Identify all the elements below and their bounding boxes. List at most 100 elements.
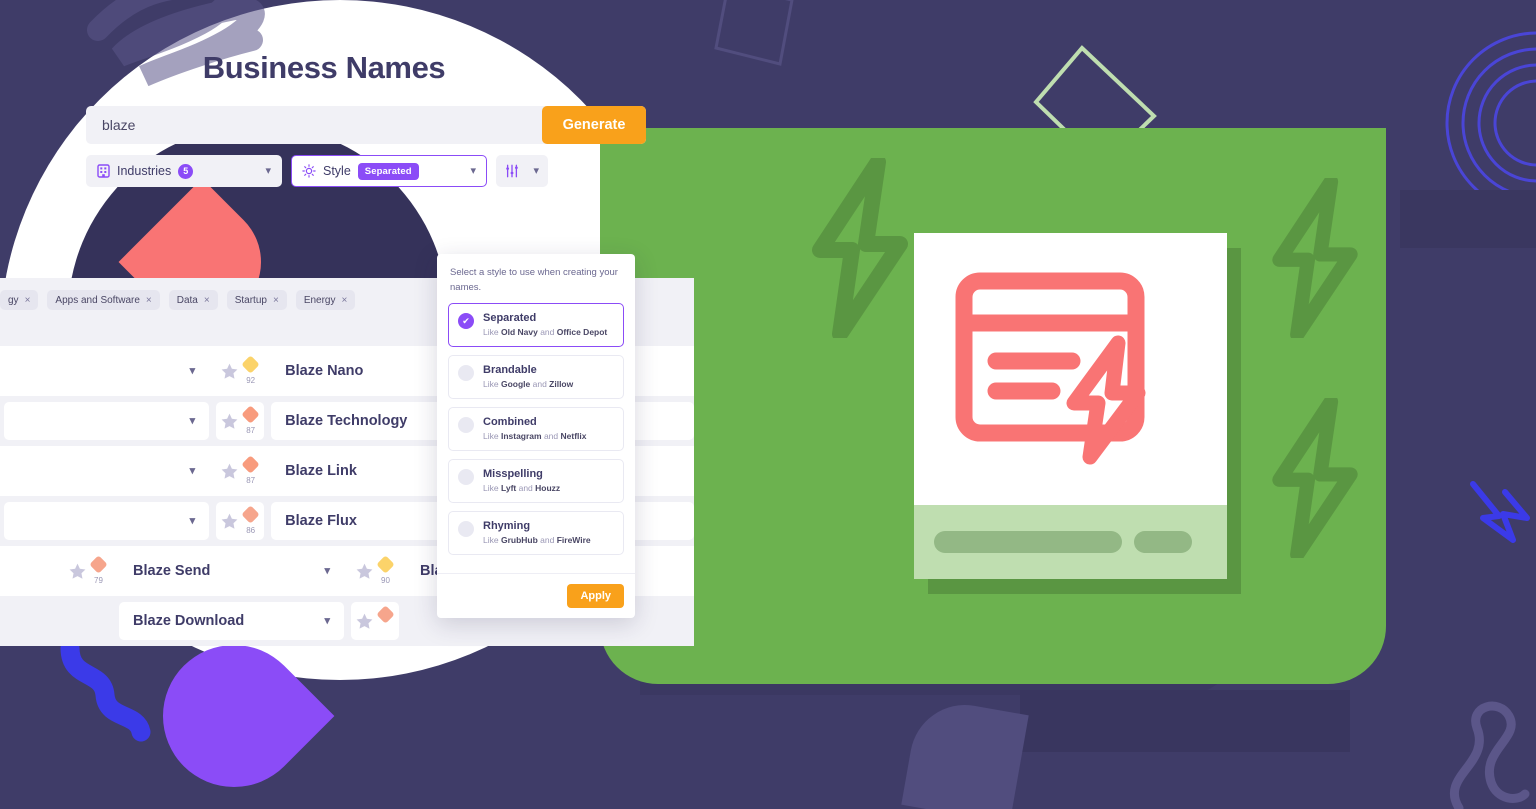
name-result-left[interactable]: ▾ xyxy=(4,402,210,440)
style-option-examples: Like GrubHub and FireWire xyxy=(483,535,591,546)
industry-tag-list: gy × Apps and Software × Data × Startup … xyxy=(0,290,356,310)
close-icon[interactable]: × xyxy=(25,295,31,306)
style-value-badge: Separated xyxy=(357,162,419,180)
chevron-down-icon[interactable]: ▾ xyxy=(190,365,196,377)
score-diamond: 87 xyxy=(240,405,261,435)
card-footer xyxy=(914,505,1227,579)
advanced-filters-button[interactable]: ▾ xyxy=(496,155,548,187)
name-text: Blaze Technology xyxy=(285,413,408,429)
name-result-left[interactable]: Blaze Send ▾ xyxy=(119,552,344,590)
star-icon xyxy=(221,363,238,379)
score-value: 92 xyxy=(246,376,256,385)
style-option-combined[interactable]: ✔ Combined Like Instagram and Netflix xyxy=(448,407,624,452)
diamond-shape xyxy=(375,555,395,574)
industry-tag[interactable]: Data × xyxy=(168,290,218,310)
industry-tag[interactable]: Apps and Software × xyxy=(47,290,160,310)
chevron-down-icon[interactable]: ▾ xyxy=(190,465,196,477)
style-option-brandable[interactable]: ✔ Brandable Like Google and Zillow xyxy=(448,355,624,400)
industry-tag-label: gy xyxy=(8,294,19,306)
dark-wedge-bottom-right xyxy=(901,696,1029,809)
chevron-down-icon: ▾ xyxy=(470,164,476,177)
industries-label: Industries xyxy=(117,164,172,178)
score-badge[interactable]: 86 xyxy=(216,502,265,540)
lightning-bolt-icon xyxy=(1272,398,1358,558)
radio-icon[interactable]: ✔ xyxy=(458,417,474,434)
industry-tag-label: Energy xyxy=(303,294,336,306)
lightning-bolt-icon xyxy=(1272,178,1358,338)
star-icon xyxy=(221,463,238,479)
industry-tag[interactable]: gy × xyxy=(0,290,39,310)
chevron-down-icon: ▾ xyxy=(533,164,539,177)
industry-tag-label: Apps and Software xyxy=(55,294,140,306)
score-badge[interactable]: 92 xyxy=(216,352,265,390)
score-diamond: 90 xyxy=(375,555,396,585)
close-icon[interactable]: × xyxy=(342,295,348,306)
diamond-shape xyxy=(240,455,260,474)
score-badge[interactable]: 79 xyxy=(64,552,112,590)
name-text: Blaze Flux xyxy=(285,513,357,529)
dropdown-footer: Apply xyxy=(437,573,635,618)
style-option-rhyming[interactable]: ✔ Rhyming Like GrubHub and FireWire xyxy=(448,511,624,556)
diamond-outline xyxy=(714,0,794,66)
name-result-left[interactable]: ▾ xyxy=(4,352,210,390)
score-value: 90 xyxy=(381,576,390,585)
diamond-shape xyxy=(88,555,108,574)
filter-row: Industries 5 ▾ Style Separated ▾ ▾ xyxy=(86,155,548,187)
chevron-down-icon[interactable]: ▾ xyxy=(324,565,330,577)
star-icon xyxy=(221,413,238,429)
score-value: 87 xyxy=(246,426,256,435)
close-icon[interactable]: × xyxy=(204,295,210,306)
star-icon xyxy=(356,563,372,579)
check-icon: ✔ xyxy=(462,315,470,326)
star-icon xyxy=(356,613,372,629)
style-option-examples: Like Google and Zillow xyxy=(483,379,574,390)
name-text: Blaze Nano xyxy=(285,363,364,379)
name-text: Blaze Link xyxy=(285,463,357,479)
lightbulb-icon xyxy=(302,164,316,178)
chevron-down-icon[interactable]: ▾ xyxy=(190,415,196,427)
industries-count-badge: 5 xyxy=(178,163,194,179)
dark-rect-top-right xyxy=(1400,190,1536,248)
style-option-examples: Like Instagram and Netflix xyxy=(483,431,587,442)
blue-zigzag-right xyxy=(1470,481,1530,543)
generate-button[interactable]: Generate xyxy=(542,106,646,144)
diamond-shape xyxy=(375,605,395,624)
industries-filter-button[interactable]: Industries 5 ▾ xyxy=(86,155,282,187)
promo-graphic: Business Names Generate Industries xyxy=(0,0,1536,809)
name-result-left[interactable]: ▾ xyxy=(4,502,210,540)
style-option-examples: Like Lyft and Houzz xyxy=(483,483,561,494)
dark-rect-bottom-right xyxy=(1020,690,1350,752)
style-option-misspelling[interactable]: ✔ Misspelling Like Lyft and Houzz xyxy=(448,459,624,504)
style-option-title: Misspelling xyxy=(483,468,543,481)
name-result-left[interactable]: Blaze Download ▾ xyxy=(119,602,344,640)
score-badge[interactable]: 90 xyxy=(351,552,399,590)
score-diamond: 79 xyxy=(88,555,109,585)
radio-icon[interactable]: ✔ xyxy=(458,365,474,382)
building-icon xyxy=(97,164,110,178)
radio-icon[interactable]: ✔ xyxy=(458,469,474,486)
close-icon[interactable]: × xyxy=(146,295,152,306)
apply-button[interactable]: Apply xyxy=(567,584,624,609)
industry-tag[interactable]: Startup × xyxy=(226,290,287,310)
score-diamond: 92 xyxy=(240,355,261,385)
industry-tag-label: Data xyxy=(176,294,198,306)
chevron-down-icon[interactable]: ▾ xyxy=(324,615,330,627)
industry-tag[interactable]: Energy × xyxy=(295,290,356,310)
industry-tag-label: Startup xyxy=(234,294,267,306)
score-badge[interactable]: 87 xyxy=(216,452,265,490)
score-badge[interactable] xyxy=(351,602,399,640)
close-icon[interactable]: × xyxy=(273,295,279,306)
style-filter-button[interactable]: Style Separated ▾ xyxy=(291,155,487,187)
card-bar-long xyxy=(934,531,1122,553)
name-result-left[interactable]: ▾ xyxy=(4,452,210,490)
style-option-separated[interactable]: ✔ Separated Like Old Navy and Office Dep… xyxy=(448,303,624,348)
style-option-examples: Like Old Navy and Office Depot xyxy=(483,327,608,338)
star-icon xyxy=(69,563,85,579)
chevron-down-icon: ▾ xyxy=(265,164,271,177)
style-label: Style xyxy=(323,164,351,178)
radio-icon[interactable]: ✔ xyxy=(458,521,474,538)
chevron-down-icon[interactable]: ▾ xyxy=(190,515,196,527)
star-icon xyxy=(221,513,238,529)
radio-icon[interactable]: ✔ xyxy=(458,313,474,330)
score-badge[interactable]: 87 xyxy=(216,402,265,440)
